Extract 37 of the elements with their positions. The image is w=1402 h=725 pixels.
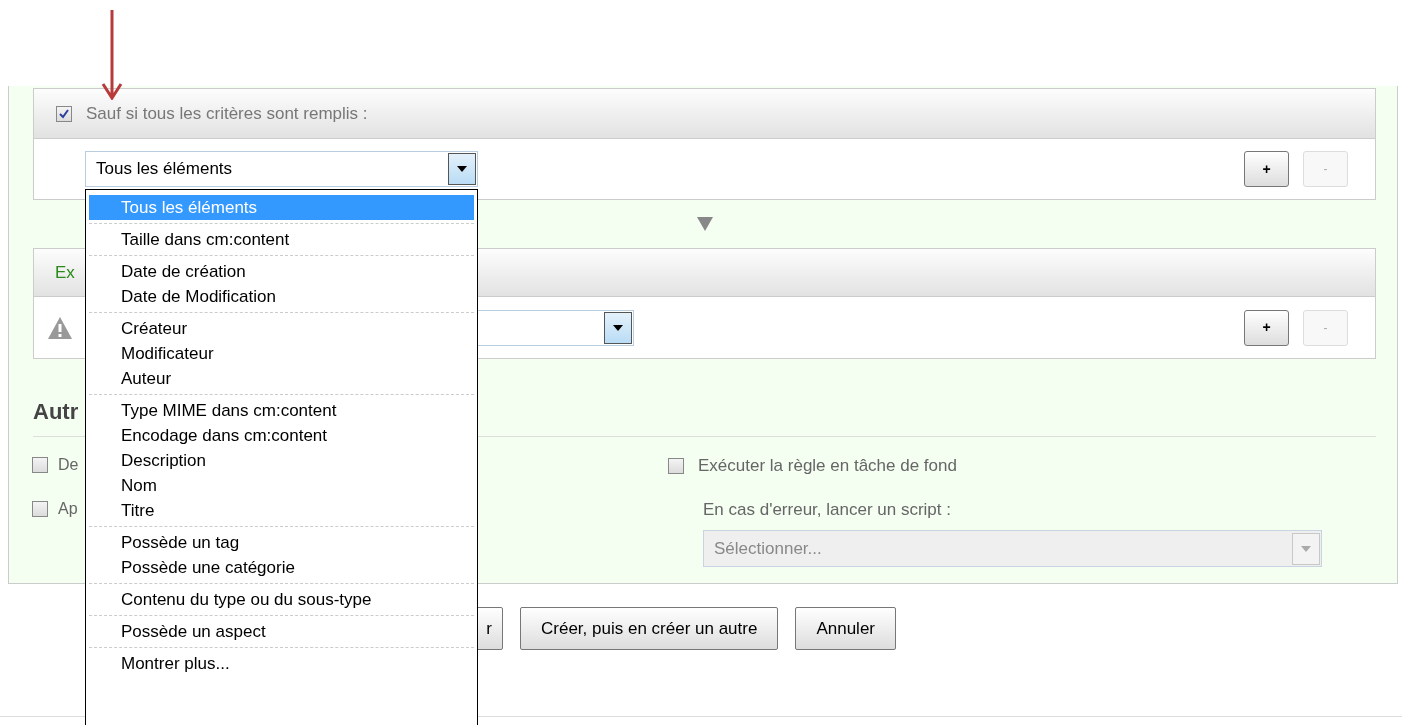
add-button[interactable]: +: [1244, 151, 1289, 187]
menu-item[interactable]: Titre: [89, 498, 474, 523]
menu-item[interactable]: Date de Modification: [89, 284, 474, 309]
menu-item[interactable]: Modificateur: [89, 341, 474, 366]
menu-item[interactable]: Possède une catégorie: [89, 555, 474, 580]
menu-item[interactable]: Taille dans cm:content: [89, 227, 474, 252]
menu-item[interactable]: Encodage dans cm:content: [89, 423, 474, 448]
warning-icon: [48, 316, 72, 339]
action-header: Ex: [55, 261, 75, 284]
down-triangle-icon: [696, 217, 713, 231]
error-script-label: En cas d'erreur, lancer un script :: [703, 498, 952, 521]
menu-item[interactable]: Montrer plus...: [89, 651, 474, 676]
criteria-label: Sauf si tous les critères sont remplis :: [86, 102, 368, 125]
form-button[interactable]: Créer, puis en créer un autre: [520, 607, 779, 650]
menu-item[interactable]: Auteur: [89, 366, 474, 391]
menu-item[interactable]: Description: [89, 448, 474, 473]
menu-item[interactable]: Possède un aspect: [89, 619, 474, 644]
dropdown-caret-icon[interactable]: [604, 311, 632, 344]
checkbox[interactable]: [32, 457, 48, 473]
section-heading: Autr: [33, 399, 79, 424]
menu-item[interactable]: Créateur: [89, 316, 474, 341]
form-button[interactable]: Annuler: [795, 607, 896, 650]
menu-item[interactable]: Possède un tag: [89, 530, 474, 555]
add-button[interactable]: +: [1244, 309, 1289, 346]
menu-item[interactable]: Nom: [89, 473, 474, 498]
option-label: Ap: [58, 499, 78, 519]
criteria-select[interactable]: Tous les éléments: [85, 151, 478, 187]
annotation-arrow-icon: [100, 10, 124, 100]
checkbox[interactable]: [668, 457, 684, 474]
menu-item[interactable]: Contenu du type ou du sous-type: [89, 587, 474, 612]
checkbox[interactable]: [32, 501, 48, 517]
checkbox[interactable]: [56, 105, 72, 122]
option-label: De: [58, 455, 79, 475]
option-label: Exécuter la règle en tâche de fond: [698, 455, 957, 477]
menu-item[interactable]: Type MIME dans cm:content: [89, 398, 474, 423]
menu-item[interactable]: Date de création: [89, 259, 474, 284]
dropdown-caret-icon[interactable]: [448, 153, 476, 185]
